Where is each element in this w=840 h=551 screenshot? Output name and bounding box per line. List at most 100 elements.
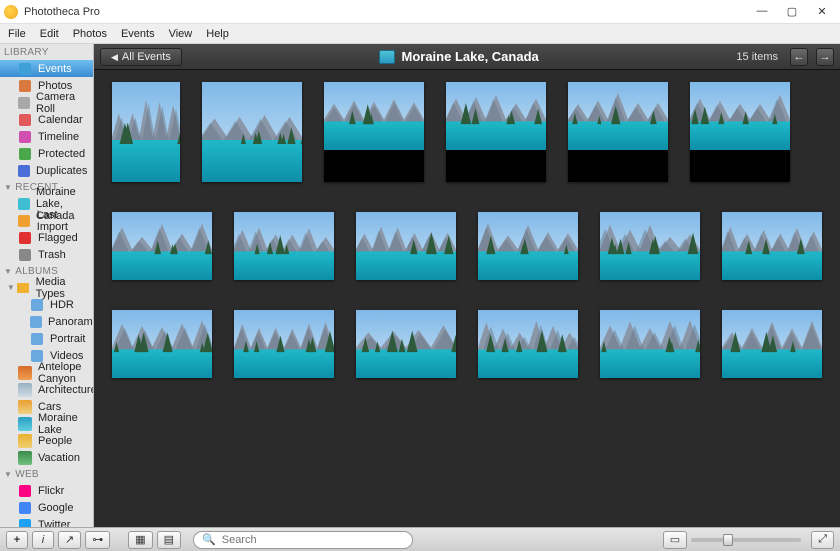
workspace: LIBRARYEventsPhotosCamera RollCalendarTi… bbox=[0, 44, 840, 527]
sidebar-item-google[interactable]: Google bbox=[0, 499, 93, 516]
sidebar-item-vacation[interactable]: Vacation bbox=[0, 449, 93, 466]
sidebar-section-library: LIBRARY bbox=[0, 44, 93, 60]
photo-thumbnail[interactable] bbox=[112, 212, 212, 280]
zoom-slider[interactable] bbox=[691, 538, 801, 542]
thumbnail-row bbox=[112, 82, 822, 182]
folder-icon: ▼ bbox=[18, 281, 30, 295]
sidebar-item-calendar[interactable]: Calendar bbox=[0, 111, 93, 128]
sidebar-item-label: Protected bbox=[38, 148, 85, 160]
event-title: Moraine Lake, Canada bbox=[401, 49, 538, 64]
event-toolbar: ◀All Events Moraine Lake, Canada 15 item… bbox=[94, 44, 840, 70]
photo-thumbnail[interactable] bbox=[356, 212, 456, 280]
items-count: 15 items bbox=[736, 51, 778, 63]
sidebar-item-moraine-lake[interactable]: Moraine Lake bbox=[0, 415, 93, 432]
add-button[interactable]: + bbox=[6, 531, 28, 549]
sidebar-item-flickr[interactable]: Flickr bbox=[0, 482, 93, 499]
menubar: File Edit Photos Events View Help bbox=[0, 24, 840, 44]
sidebar-item-label: Events bbox=[38, 63, 72, 75]
window-titlebar: Phototheca Pro — ▢ ✕ bbox=[0, 0, 840, 24]
layout-toggle-button[interactable]: ▭ bbox=[663, 531, 687, 549]
trash-icon bbox=[18, 248, 32, 262]
app-title: Phototheca Pro bbox=[24, 6, 100, 18]
sidebar-item-label: Portrait bbox=[50, 333, 85, 345]
photo-thumbnail[interactable] bbox=[690, 82, 790, 182]
menu-events[interactable]: Events bbox=[121, 28, 155, 40]
google-icon bbox=[18, 501, 32, 515]
sidebar-item-last-import[interactable]: Last Import bbox=[0, 212, 93, 229]
main-panel: ◀All Events Moraine Lake, Canada 15 item… bbox=[94, 44, 840, 527]
photo-thumbnail[interactable] bbox=[202, 82, 302, 182]
search-box[interactable]: 🔍 bbox=[193, 531, 413, 549]
photo-thumbnail[interactable] bbox=[356, 310, 456, 378]
menu-photos[interactable]: Photos bbox=[73, 28, 107, 40]
sidebar-item-label: Calendar bbox=[38, 114, 83, 126]
photo-thumbnail[interactable] bbox=[600, 212, 700, 280]
sidebar-item-label: Panoramas bbox=[48, 316, 94, 328]
info-button[interactable]: i bbox=[32, 531, 54, 549]
photo-thumbnail[interactable] bbox=[722, 310, 822, 378]
sidebar-item-media-types[interactable]: ▼Media Types bbox=[0, 279, 93, 296]
menu-help[interactable]: Help bbox=[206, 28, 229, 40]
flag-icon bbox=[18, 231, 32, 245]
sidebar-item-trash[interactable]: Trash bbox=[0, 246, 93, 263]
sidebar-section-web[interactable]: ▼WEB bbox=[0, 466, 93, 482]
minimize-button[interactable]: — bbox=[754, 5, 770, 18]
sidebar-item-antelope-canyon[interactable]: Antelope Canyon bbox=[0, 364, 93, 381]
share-button[interactable]: ↗ bbox=[58, 531, 81, 549]
menu-edit[interactable]: Edit bbox=[40, 28, 59, 40]
photo-thumbnail[interactable] bbox=[112, 82, 180, 182]
search-input[interactable] bbox=[222, 534, 404, 546]
sidebar-item-label: HDR bbox=[50, 299, 74, 311]
sidebar-item-panoramas[interactable]: Panoramas bbox=[0, 313, 93, 330]
maximize-button[interactable]: ▢ bbox=[784, 5, 800, 18]
sidebar-item-timeline[interactable]: Timeline bbox=[0, 128, 93, 145]
sidebar-item-protected[interactable]: Protected bbox=[0, 145, 93, 162]
view-grid-button[interactable]: ▦ bbox=[128, 531, 152, 549]
event-header: Moraine Lake, Canada bbox=[190, 49, 729, 64]
sidebar-item-architecture[interactable]: Architecture bbox=[0, 381, 93, 398]
album-thumb bbox=[18, 451, 32, 465]
photo-thumbnail[interactable] bbox=[478, 310, 578, 378]
sidebar: LIBRARYEventsPhotosCamera RollCalendarTi… bbox=[0, 44, 94, 527]
menu-file[interactable]: File bbox=[8, 28, 26, 40]
album-thumb bbox=[18, 366, 32, 380]
view-mosaic-button[interactable]: ▤ bbox=[157, 531, 181, 549]
import-icon bbox=[18, 214, 31, 228]
next-event-button[interactable]: → bbox=[816, 48, 834, 66]
album-icon bbox=[30, 315, 42, 329]
calendar-icon bbox=[18, 113, 32, 127]
sidebar-item-label: Architecture bbox=[38, 384, 94, 396]
photo-thumbnail[interactable] bbox=[722, 212, 822, 280]
all-events-button[interactable]: ◀All Events bbox=[100, 48, 182, 66]
photo-thumbnail[interactable] bbox=[478, 212, 578, 280]
menu-view[interactable]: View bbox=[169, 28, 193, 40]
photo-thumbnail[interactable] bbox=[112, 310, 212, 378]
photo-thumbnail[interactable] bbox=[568, 82, 668, 182]
sidebar-item-label: Last Import bbox=[37, 209, 87, 233]
sidebar-item-label: Google bbox=[38, 502, 73, 514]
photo-thumbnail[interactable] bbox=[324, 82, 424, 182]
sidebar-item-camera-roll[interactable]: Camera Roll bbox=[0, 94, 93, 111]
sidebar-item-events[interactable]: Events bbox=[0, 60, 93, 77]
section-title: LIBRARY bbox=[4, 47, 49, 58]
thumbnail-row bbox=[112, 212, 822, 280]
prev-event-button[interactable]: ← bbox=[790, 48, 808, 66]
sidebar-item-twitter[interactable]: Twitter bbox=[0, 516, 93, 527]
lock-icon bbox=[18, 147, 32, 161]
sidebar-item-label: Twitter bbox=[38, 519, 70, 528]
sidebar-item-label: People bbox=[38, 435, 72, 447]
flickr-icon bbox=[18, 484, 32, 498]
close-button[interactable]: ✕ bbox=[814, 5, 830, 18]
chevron-down-icon: ▼ bbox=[4, 267, 12, 276]
sidebar-item-portrait[interactable]: Portrait bbox=[0, 330, 93, 347]
photo-thumbnail[interactable] bbox=[234, 310, 334, 378]
fullscreen-button[interactable]: ⤢ bbox=[811, 531, 834, 549]
photo-thumbnail[interactable] bbox=[446, 82, 546, 182]
sidebar-item-duplicates[interactable]: Duplicates bbox=[0, 162, 93, 179]
album-thumb bbox=[18, 434, 32, 448]
key-button[interactable]: ⊶ bbox=[85, 531, 110, 549]
sidebar-item-label: Timeline bbox=[38, 131, 79, 143]
photo-thumbnail[interactable] bbox=[600, 310, 700, 378]
zoom-slider-knob[interactable] bbox=[723, 534, 733, 546]
photo-thumbnail[interactable] bbox=[234, 212, 334, 280]
